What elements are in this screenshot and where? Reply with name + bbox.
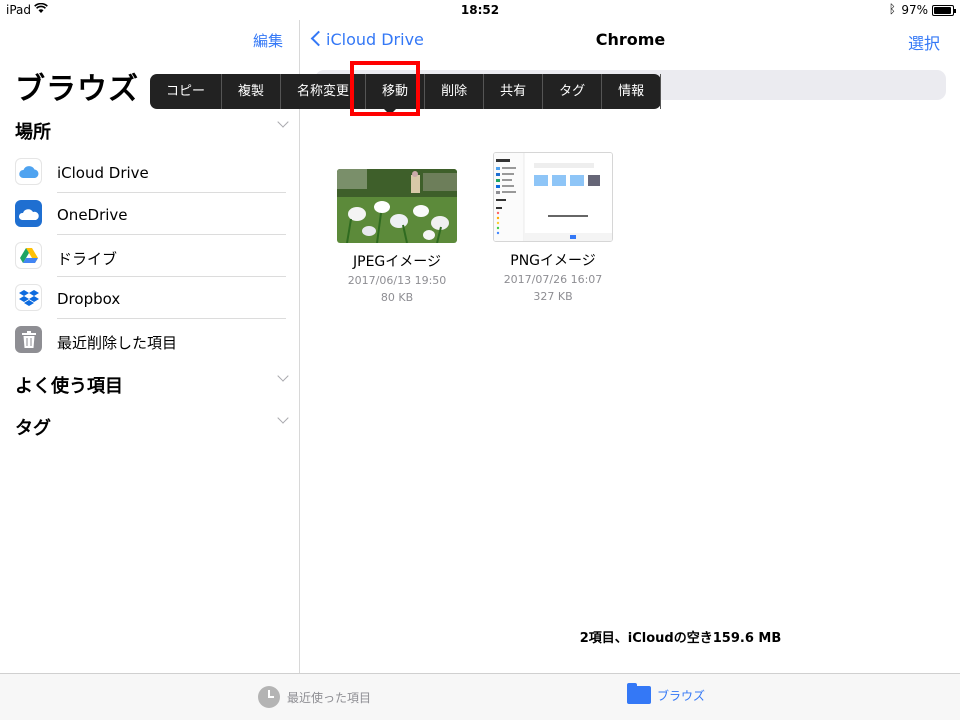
page-title: ブラウズ (15, 72, 139, 107)
locations-header-label: 場所 (15, 122, 51, 143)
sidebar-item-label: OneDrive (57, 206, 128, 224)
folder-icon (627, 683, 651, 704)
file-name: PNGイメージ (510, 253, 596, 269)
sidebar-item-label: ドライブ (57, 250, 118, 268)
sidebar-item-onedrive[interactable]: OneDrive (15, 193, 286, 235)
chevron-down-icon[interactable] (277, 412, 289, 424)
tab-bar: 最近使った項目 ブラウズ (0, 673, 960, 720)
file-size: 80 KB (380, 291, 414, 304)
battery-percent: 97% (901, 3, 928, 17)
icloud-icon (15, 158, 42, 185)
sidebar-item-label: 最近削除した項目 (57, 334, 178, 352)
move-highlight-box (350, 61, 420, 116)
file-name: JPEGイメージ (353, 254, 441, 270)
file-size: 327 KB (533, 290, 573, 303)
sidebar: 編集 ブラウズ 場所 iCloud Drive OneDrive ドライブ Dr… (0, 20, 300, 673)
menu-item-duplicate[interactable]: 複製 (222, 74, 282, 109)
menu-item-copy[interactable]: コピー (150, 74, 223, 109)
dropbox-icon (15, 284, 42, 311)
favorites-header-label: よく使う項目 (15, 376, 123, 397)
sidebar-item-label: iCloud Drive (57, 164, 149, 182)
tab-browse-label: ブラウズ (657, 688, 706, 703)
status-bar: iPad 18:52 ᛒ 97% (0, 0, 960, 20)
menu-item-info[interactable]: 情報 (602, 74, 662, 109)
sidebar-item-dropbox[interactable]: Dropbox (15, 277, 286, 319)
main-content: iCloud Drive Chrome 選択 JPEGイメージ 2017/06/… (301, 20, 960, 673)
chevron-down-icon[interactable] (277, 370, 289, 382)
clock-time: 18:52 (460, 3, 500, 17)
select-button[interactable]: 選択 (908, 30, 940, 54)
sidebar-item-google-drive[interactable]: ドライブ (15, 235, 286, 277)
file-item-jpeg[interactable]: JPEGイメージ 2017/06/13 19:50 80 KB (337, 169, 457, 305)
tab-browse[interactable]: ブラウズ (627, 683, 706, 704)
ipad-files-app: iPad 18:52 ᛒ 97% 編集 ブラウズ 場所 iCloud Drive… (0, 0, 960, 720)
edit-button[interactable]: 編集 (253, 30, 283, 51)
bluetooth-icon: ᛒ (888, 2, 896, 16)
menu-item-tag[interactable]: タグ (543, 74, 603, 109)
chevron-down-icon[interactable] (277, 116, 289, 128)
onedrive-icon (15, 200, 42, 227)
battery-icon (932, 5, 956, 16)
google-drive-icon (15, 242, 42, 269)
jpeg-thumbnail[interactable] (337, 169, 457, 243)
clock-icon (258, 686, 280, 708)
file-date: 2017/07/26 16:07 (503, 273, 603, 286)
png-thumbnail[interactable] (493, 152, 613, 242)
locations-header[interactable]: 場所 (15, 116, 289, 143)
favorites-header[interactable]: よく使う項目 (15, 370, 289, 397)
menu-item-delete[interactable]: 削除 (425, 74, 485, 109)
tab-recents[interactable]: 最近使った項目 (258, 686, 371, 708)
trash-icon (15, 326, 42, 353)
sidebar-item-label: Dropbox (57, 290, 121, 308)
menu-item-share[interactable]: 共有 (484, 74, 544, 109)
file-item-png[interactable]: PNGイメージ 2017/07/26 16:07 327 KB (493, 152, 613, 304)
tab-recents-label: 最近使った項目 (287, 690, 372, 705)
storage-info: 2項目、iCloudの空き159.6 MB (579, 631, 782, 646)
battery-level (934, 7, 952, 14)
sidebar-item-icloud-drive[interactable]: iCloud Drive (15, 151, 286, 193)
folder-title: Chrome (595, 30, 666, 49)
tags-header-label: タグ (15, 418, 51, 439)
sidebar-item-recently-deleted[interactable]: 最近削除した項目 (15, 319, 286, 361)
file-date: 2017/06/13 19:50 (347, 274, 447, 287)
tags-header[interactable]: タグ (15, 412, 289, 439)
